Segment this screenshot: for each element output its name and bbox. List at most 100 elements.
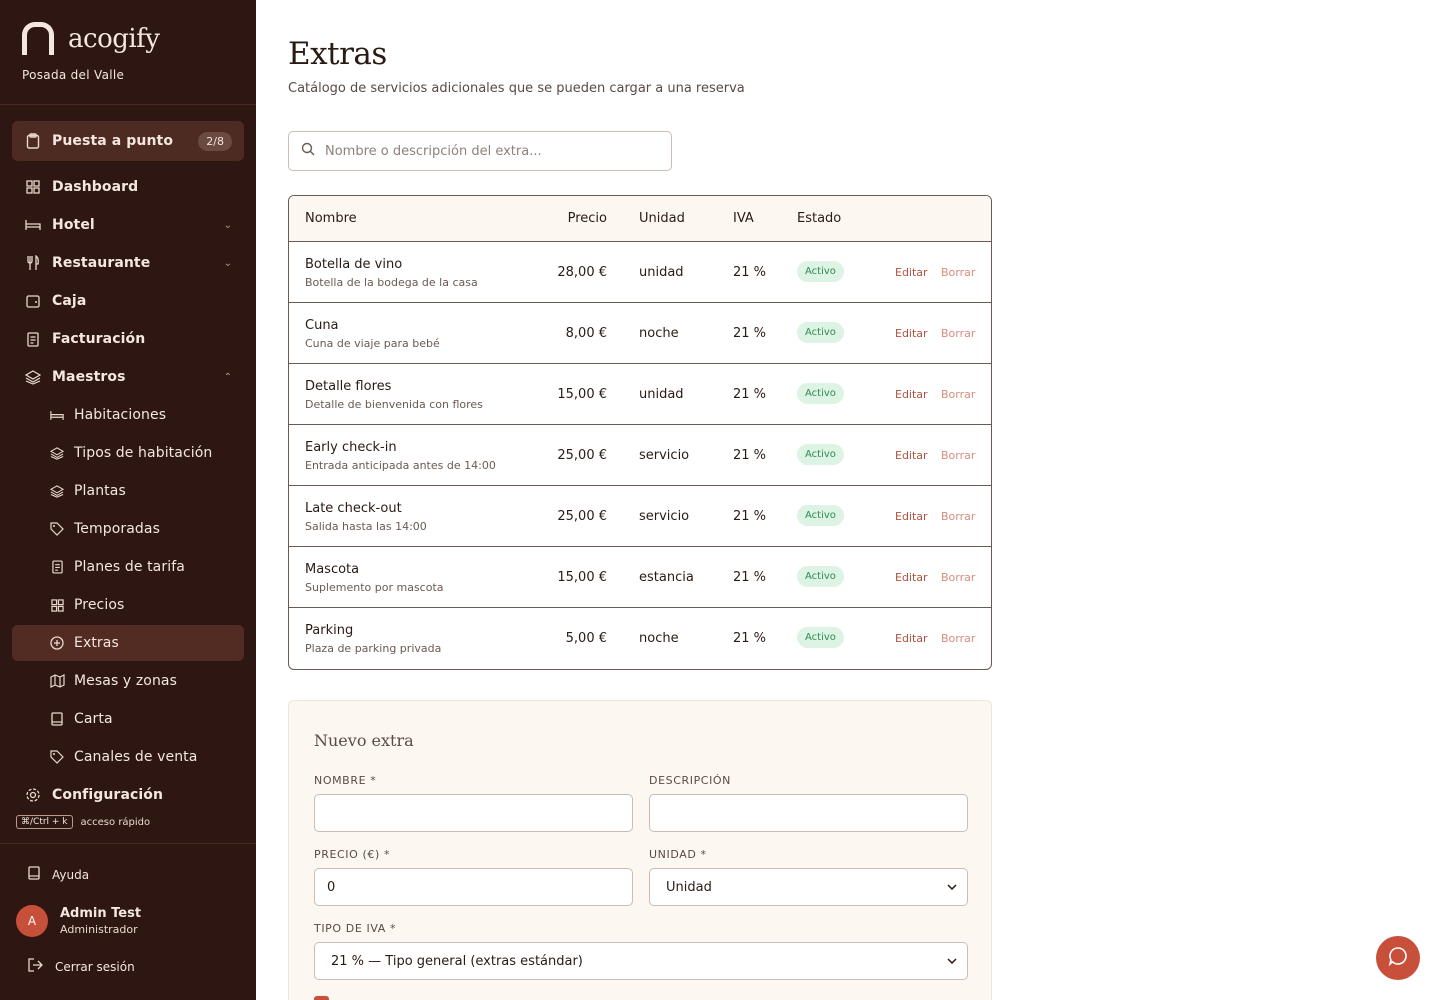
delete-button[interactable]: Borrar xyxy=(941,571,975,584)
edit-button[interactable]: Editar xyxy=(895,632,928,645)
logout-button[interactable]: Cerrar sesión xyxy=(28,958,135,976)
layers-icon xyxy=(48,444,66,462)
page-subtitle: Catálogo de servicios adicionales que se… xyxy=(288,81,745,96)
shortcut-key: ⌘/Ctrl + k xyxy=(16,815,73,829)
extra-price: 5,00 € xyxy=(565,631,607,646)
delete-button[interactable]: Borrar xyxy=(941,266,975,279)
extra-description: Botella de la bodega de la casa xyxy=(305,276,478,289)
sidebar-item-extras[interactable]: Extras xyxy=(12,625,244,661)
extra-name: Early check-in xyxy=(305,440,397,455)
column-header-state[interactable]: Estado xyxy=(797,211,841,226)
column-header-iva[interactable]: IVA xyxy=(733,211,754,226)
edit-button[interactable]: Editar xyxy=(895,327,928,340)
sidebar-item-label: Temporadas xyxy=(74,521,160,537)
price-field[interactable]: 0 xyxy=(314,868,633,906)
help-link[interactable]: Ayuda xyxy=(28,866,89,884)
iva-select[interactable]: 21 % — Tipo general (extras estándar) xyxy=(314,942,968,980)
sidebar-item-restaurante[interactable]: Restaurante ⌄ xyxy=(12,245,244,281)
sidebar-item-temporadas[interactable]: Temporadas xyxy=(12,511,244,547)
extra-name: Late check-out xyxy=(305,501,402,516)
user-role: Administrador xyxy=(60,923,138,936)
extra-price: 15,00 € xyxy=(557,570,607,585)
edit-button[interactable]: Editar xyxy=(895,388,928,401)
chat-button[interactable] xyxy=(1376,936,1420,980)
description-field[interactable] xyxy=(649,794,968,832)
unit-select[interactable]: Unidad xyxy=(649,868,968,906)
edit-button[interactable]: Editar xyxy=(895,266,928,279)
sidebar-item-label: Tipos de habitación xyxy=(74,445,213,461)
extra-unit: servicio xyxy=(639,509,690,524)
chevron-up-icon[interactable]: ⌃ xyxy=(224,372,232,383)
column-header-unit[interactable]: Unidad xyxy=(639,211,685,226)
extra-name: Parking xyxy=(305,623,354,638)
delete-button[interactable]: Borrar xyxy=(941,388,975,401)
sidebar-item-setup[interactable]: Puesta a punto 2/8 xyxy=(12,121,244,161)
sidebar-item-maestros[interactable]: Maestros ⌃ xyxy=(12,359,244,395)
sidebar-item-label: Restaurante xyxy=(52,255,151,271)
extra-unit: unidad xyxy=(639,387,684,402)
user-profile[interactable]: A Admin Test Administrador xyxy=(16,905,141,937)
status-badge: Activo xyxy=(797,261,844,282)
delete-button[interactable]: Borrar xyxy=(941,510,975,523)
active-checkbox[interactable] xyxy=(314,996,329,1000)
sidebar-item-label: Facturación xyxy=(52,331,146,347)
sidebar-item-configuracion[interactable]: Configuración xyxy=(12,777,244,813)
extra-price: 25,00 € xyxy=(557,448,607,463)
extra-iva: 21 % xyxy=(733,448,767,463)
chat-bubble-icon xyxy=(1388,946,1408,971)
delete-button[interactable]: Borrar xyxy=(941,632,975,645)
delete-button[interactable]: Borrar xyxy=(941,449,975,462)
brand[interactable]: acogify xyxy=(22,22,160,55)
sidebar-item-label: Precios xyxy=(74,597,125,613)
sidebar-item-tipos-habitacion[interactable]: Tipos de habitación xyxy=(12,435,244,471)
search-box[interactable] xyxy=(288,131,672,171)
grid-icon xyxy=(24,178,42,196)
sidebar-item-planes-tarifa[interactable]: Planes de tarifa xyxy=(12,549,244,585)
logout-icon xyxy=(28,958,43,976)
sidebar-item-caja[interactable]: Caja xyxy=(12,283,244,319)
status-badge: Activo xyxy=(797,444,844,465)
sidebar-item-hotel[interactable]: Hotel ⌄ xyxy=(12,207,244,243)
chevron-down-icon[interactable]: ⌄ xyxy=(224,220,232,231)
edit-button[interactable]: Editar xyxy=(895,449,928,462)
sidebar-item-facturacion[interactable]: Facturación xyxy=(12,321,244,357)
description-label: DESCRIPCIÓN xyxy=(649,774,732,787)
logout-label: Cerrar sesión xyxy=(55,960,135,974)
sidebar-item-carta[interactable]: Carta xyxy=(12,701,244,737)
table-row: Detalle flores Detalle de bienvenida con… xyxy=(289,364,991,425)
sidebar-item-precios[interactable]: Precios xyxy=(12,587,244,623)
sidebar: acogify Posada del Valle Puesta a punto … xyxy=(0,0,256,1000)
extra-name: Botella de vino xyxy=(305,257,403,272)
edit-button[interactable]: Editar xyxy=(895,571,928,584)
name-field[interactable] xyxy=(314,794,633,832)
brand-logo-icon xyxy=(22,22,54,55)
sidebar-item-label: Caja xyxy=(52,293,87,309)
sidebar-item-label: Habitaciones xyxy=(74,407,167,423)
sidebar-item-label: Configuración xyxy=(52,787,164,803)
hotel-name: Posada del Valle xyxy=(22,68,125,82)
chevron-down-icon[interactable]: ⌄ xyxy=(224,258,232,269)
delete-button[interactable]: Borrar xyxy=(941,327,975,340)
price-label: PRECIO (€) * xyxy=(314,848,391,861)
tag-icon xyxy=(48,748,66,766)
sidebar-item-label: Dashboard xyxy=(52,179,139,195)
new-extra-form: Nuevo extra NOMBRE * DESCRIPCIÓN PRECIO … xyxy=(288,700,992,1000)
receipt-icon xyxy=(48,558,66,576)
column-header-name[interactable]: Nombre xyxy=(305,211,357,226)
sidebar-item-canales-venta[interactable]: Canales de venta xyxy=(12,739,244,775)
sidebar-item-label: Planes de tarifa xyxy=(74,559,185,575)
sidebar-item-label: Plantas xyxy=(74,483,126,499)
sidebar-item-dashboard[interactable]: Dashboard xyxy=(12,169,244,205)
sidebar-item-plantas[interactable]: Plantas xyxy=(12,473,244,509)
column-header-price[interactable]: Precio xyxy=(509,211,607,226)
extra-name: Mascota xyxy=(305,562,360,577)
edit-button[interactable]: Editar xyxy=(895,510,928,523)
extra-price: 25,00 € xyxy=(557,509,607,524)
extras-table: Nombre Precio Unidad IVA Estado Botella … xyxy=(288,195,992,670)
sidebar-item-label: Carta xyxy=(74,711,113,727)
sidebar-item-mesas-zonas[interactable]: Mesas y zonas xyxy=(12,663,244,699)
sidebar-item-habitaciones[interactable]: Habitaciones xyxy=(12,397,244,433)
extra-price: 8,00 € xyxy=(565,326,607,341)
name-label: NOMBRE * xyxy=(314,774,377,787)
search-input[interactable] xyxy=(325,143,655,159)
